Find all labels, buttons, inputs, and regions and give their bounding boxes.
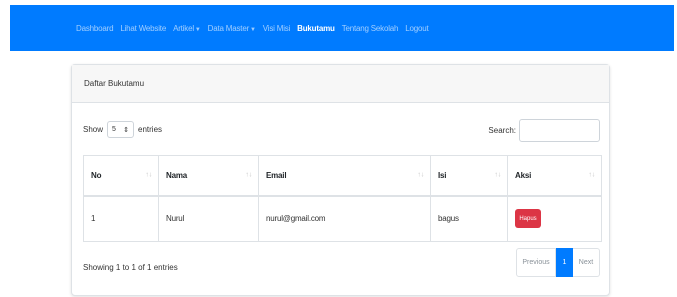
column-header-aksi[interactable]: Aksi ↑↓ xyxy=(507,155,602,197)
nav-item-bukutamu[interactable]: Bukutamu xyxy=(297,24,335,33)
table-header-row: No ↑↓ Nama ↑↓ Email ↑↓ Isi ↑↓ Aksi ↑↓ xyxy=(83,155,602,197)
search-input[interactable] xyxy=(519,119,600,142)
sort-icon: ↑↓ xyxy=(494,171,501,179)
sort-icon: ↑↓ xyxy=(588,171,595,179)
search-control: Search: xyxy=(488,119,600,142)
nav-item-label: Dashboard xyxy=(76,23,114,33)
sort-icon: ↑↓ xyxy=(145,171,152,179)
column-label: Aksi xyxy=(515,170,532,180)
nav-item-label: Bukutamu xyxy=(297,23,335,33)
column-header-isi[interactable]: Isi ↑↓ xyxy=(430,155,508,197)
nav-item-logout[interactable]: Logout xyxy=(405,24,428,33)
entries-label: entries xyxy=(138,125,163,134)
select-arrows-icon: ⇕ xyxy=(123,126,130,134)
nav-item-lihat-website[interactable]: Lihat Website xyxy=(120,24,166,33)
nav-item-visi-misi[interactable]: Visi Misi xyxy=(262,23,291,33)
entries-select-value: 5 xyxy=(112,126,116,133)
cell-email: nurul@gmail.com xyxy=(258,195,431,242)
card-title: Daftar Bukutamu xyxy=(84,79,145,88)
column-label: No xyxy=(91,170,102,180)
cell-aksi: Hapus xyxy=(507,195,602,242)
previous-page-button[interactable]: Previous xyxy=(516,248,556,277)
nav-item-label: Tentang Sekolah xyxy=(341,23,399,33)
column-header-no[interactable]: No ↑↓ xyxy=(83,155,159,197)
nav-item-dashboard[interactable]: Dashboard xyxy=(76,23,114,33)
column-label: Nama xyxy=(166,170,187,180)
nav-item-label: Visi Misi xyxy=(262,23,291,33)
nav-item-label: Artikel xyxy=(173,23,194,33)
column-label: Email xyxy=(266,170,287,180)
nav-item-label: Logout xyxy=(405,23,429,33)
top-navbar: Dashboard Lihat Website Artikel▼ Data Ma… xyxy=(10,5,674,51)
entries-select[interactable]: 5 ⇕ xyxy=(107,121,135,138)
cell-nama: Nurul xyxy=(158,195,259,242)
column-header-nama[interactable]: Nama ↑↓ xyxy=(158,155,259,197)
caret-down-icon: ▼ xyxy=(250,26,256,33)
guestbook-table: No ↑↓ Nama ↑↓ Email ↑↓ Isi ↑↓ Aksi ↑↓ 1 Nurul… xyxy=(83,155,602,242)
guestbook-card: Daftar Bukutamu Show 5 ⇕ entries Search:… xyxy=(71,64,610,296)
next-page-button[interactable]: Next xyxy=(573,248,600,277)
delete-button[interactable]: Hapus xyxy=(515,209,541,229)
nav-item-artikel[interactable]: Artikel▼ xyxy=(173,24,201,33)
show-label: Show xyxy=(83,125,104,134)
nav-item-label: Lihat Website xyxy=(120,23,167,33)
caret-down-icon: ▼ xyxy=(194,26,201,33)
column-label: Isi xyxy=(438,170,447,180)
card-header: Daftar Bukutamu xyxy=(72,65,609,103)
entries-length-control: Show 5 ⇕ entries xyxy=(83,121,162,138)
nav-item-label: Data Master xyxy=(207,23,250,33)
cell-no: 1 xyxy=(83,195,159,242)
table-info: Showing 1 to 1 of 1 entries xyxy=(83,263,178,272)
search-label: Search: xyxy=(488,126,516,135)
current-page-button[interactable]: 1 xyxy=(556,248,573,277)
pagination: Previous 1 Next xyxy=(516,248,600,277)
sort-icon: ↑↓ xyxy=(245,171,252,179)
sort-icon: ↑↓ xyxy=(417,171,424,179)
nav-item-tentang-sekolah[interactable]: Tentang Sekolah xyxy=(342,24,399,33)
cell-isi: bagus xyxy=(430,195,508,242)
column-header-email[interactable]: Email ↑↓ xyxy=(258,155,431,197)
nav-item-data-master[interactable]: Data Master▼ xyxy=(208,24,256,33)
table-row: 1 Nurul nurul@gmail.com bagus Hapus xyxy=(83,195,602,242)
